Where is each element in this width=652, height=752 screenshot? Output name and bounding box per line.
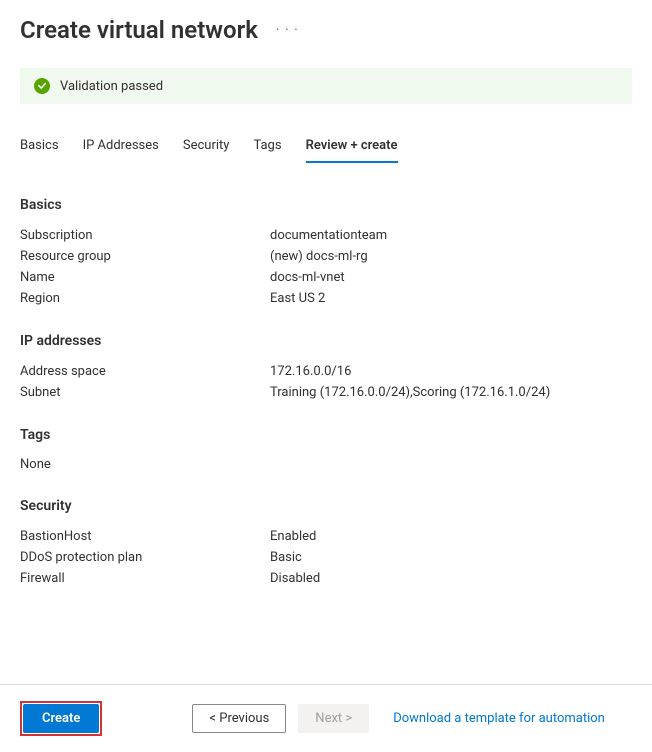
value-name: docs-ml-vnet bbox=[270, 270, 345, 285]
label-bastion: BastionHost bbox=[20, 529, 270, 544]
validation-banner: Validation passed bbox=[20, 68, 632, 104]
section-header-ip: IP addresses bbox=[20, 333, 632, 349]
tab-ip-addresses[interactable]: IP Addresses bbox=[83, 132, 159, 163]
row-bastion: BastionHost Enabled bbox=[20, 526, 632, 547]
ellipsis-icon[interactable]: · · · bbox=[276, 22, 299, 38]
label-subnet: Subnet bbox=[20, 385, 270, 400]
value-bastion: Enabled bbox=[270, 529, 316, 544]
validation-message: Validation passed bbox=[60, 79, 163, 94]
tab-review-create[interactable]: Review + create bbox=[306, 132, 398, 163]
row-ddos: DDoS protection plan Basic bbox=[20, 547, 632, 568]
label-resource-group: Resource group bbox=[20, 249, 270, 264]
row-subnet: Subnet Training (172.16.0.0/24),Scoring … bbox=[20, 382, 632, 403]
value-subscription: documentationteam bbox=[270, 228, 387, 243]
row-resource-group: Resource group (new) docs-ml-rg bbox=[20, 246, 632, 267]
row-name: Name docs-ml-vnet bbox=[20, 267, 632, 288]
label-region: Region bbox=[20, 291, 270, 306]
label-ddos: DDoS protection plan bbox=[20, 550, 270, 565]
row-firewall: Firewall Disabled bbox=[20, 568, 632, 589]
row-subscription: Subscription documentationteam bbox=[20, 225, 632, 246]
page-header: Create virtual network · · · bbox=[0, 0, 652, 52]
section-header-security: Security bbox=[20, 498, 632, 514]
value-firewall: Disabled bbox=[270, 571, 320, 586]
review-content: Basics Subscription documentationteam Re… bbox=[0, 163, 652, 589]
label-subscription: Subscription bbox=[20, 228, 270, 243]
tab-bar: Basics IP Addresses Security Tags Review… bbox=[0, 104, 652, 163]
tab-basics[interactable]: Basics bbox=[20, 132, 59, 163]
create-button-highlight: Create bbox=[20, 701, 102, 736]
next-button: Next > bbox=[298, 704, 369, 733]
tab-security[interactable]: Security bbox=[183, 132, 230, 163]
value-address-space: 172.16.0.0/16 bbox=[270, 364, 351, 379]
create-button[interactable]: Create bbox=[23, 704, 99, 733]
row-address-space: Address space 172.16.0.0/16 bbox=[20, 361, 632, 382]
value-subnet: Training (172.16.0.0/24),Scoring (172.16… bbox=[270, 385, 550, 400]
label-address-space: Address space bbox=[20, 364, 270, 379]
row-region: Region East US 2 bbox=[20, 288, 632, 309]
download-template-link[interactable]: Download a template for automation bbox=[393, 711, 605, 726]
label-firewall: Firewall bbox=[20, 571, 270, 586]
section-header-basics: Basics bbox=[20, 197, 632, 213]
previous-button[interactable]: < Previous bbox=[192, 704, 286, 733]
value-resource-group: (new) docs-ml-rg bbox=[270, 249, 368, 264]
tags-none: None bbox=[20, 455, 632, 474]
value-region: East US 2 bbox=[270, 291, 325, 306]
value-ddos: Basic bbox=[270, 550, 302, 565]
check-circle-icon bbox=[34, 78, 50, 94]
page-title: Create virtual network bbox=[20, 16, 258, 44]
section-header-tags: Tags bbox=[20, 427, 632, 443]
tab-tags[interactable]: Tags bbox=[253, 132, 281, 163]
footer-action-bar: Create < Previous Next > Download a temp… bbox=[0, 684, 652, 752]
label-name: Name bbox=[20, 270, 270, 285]
